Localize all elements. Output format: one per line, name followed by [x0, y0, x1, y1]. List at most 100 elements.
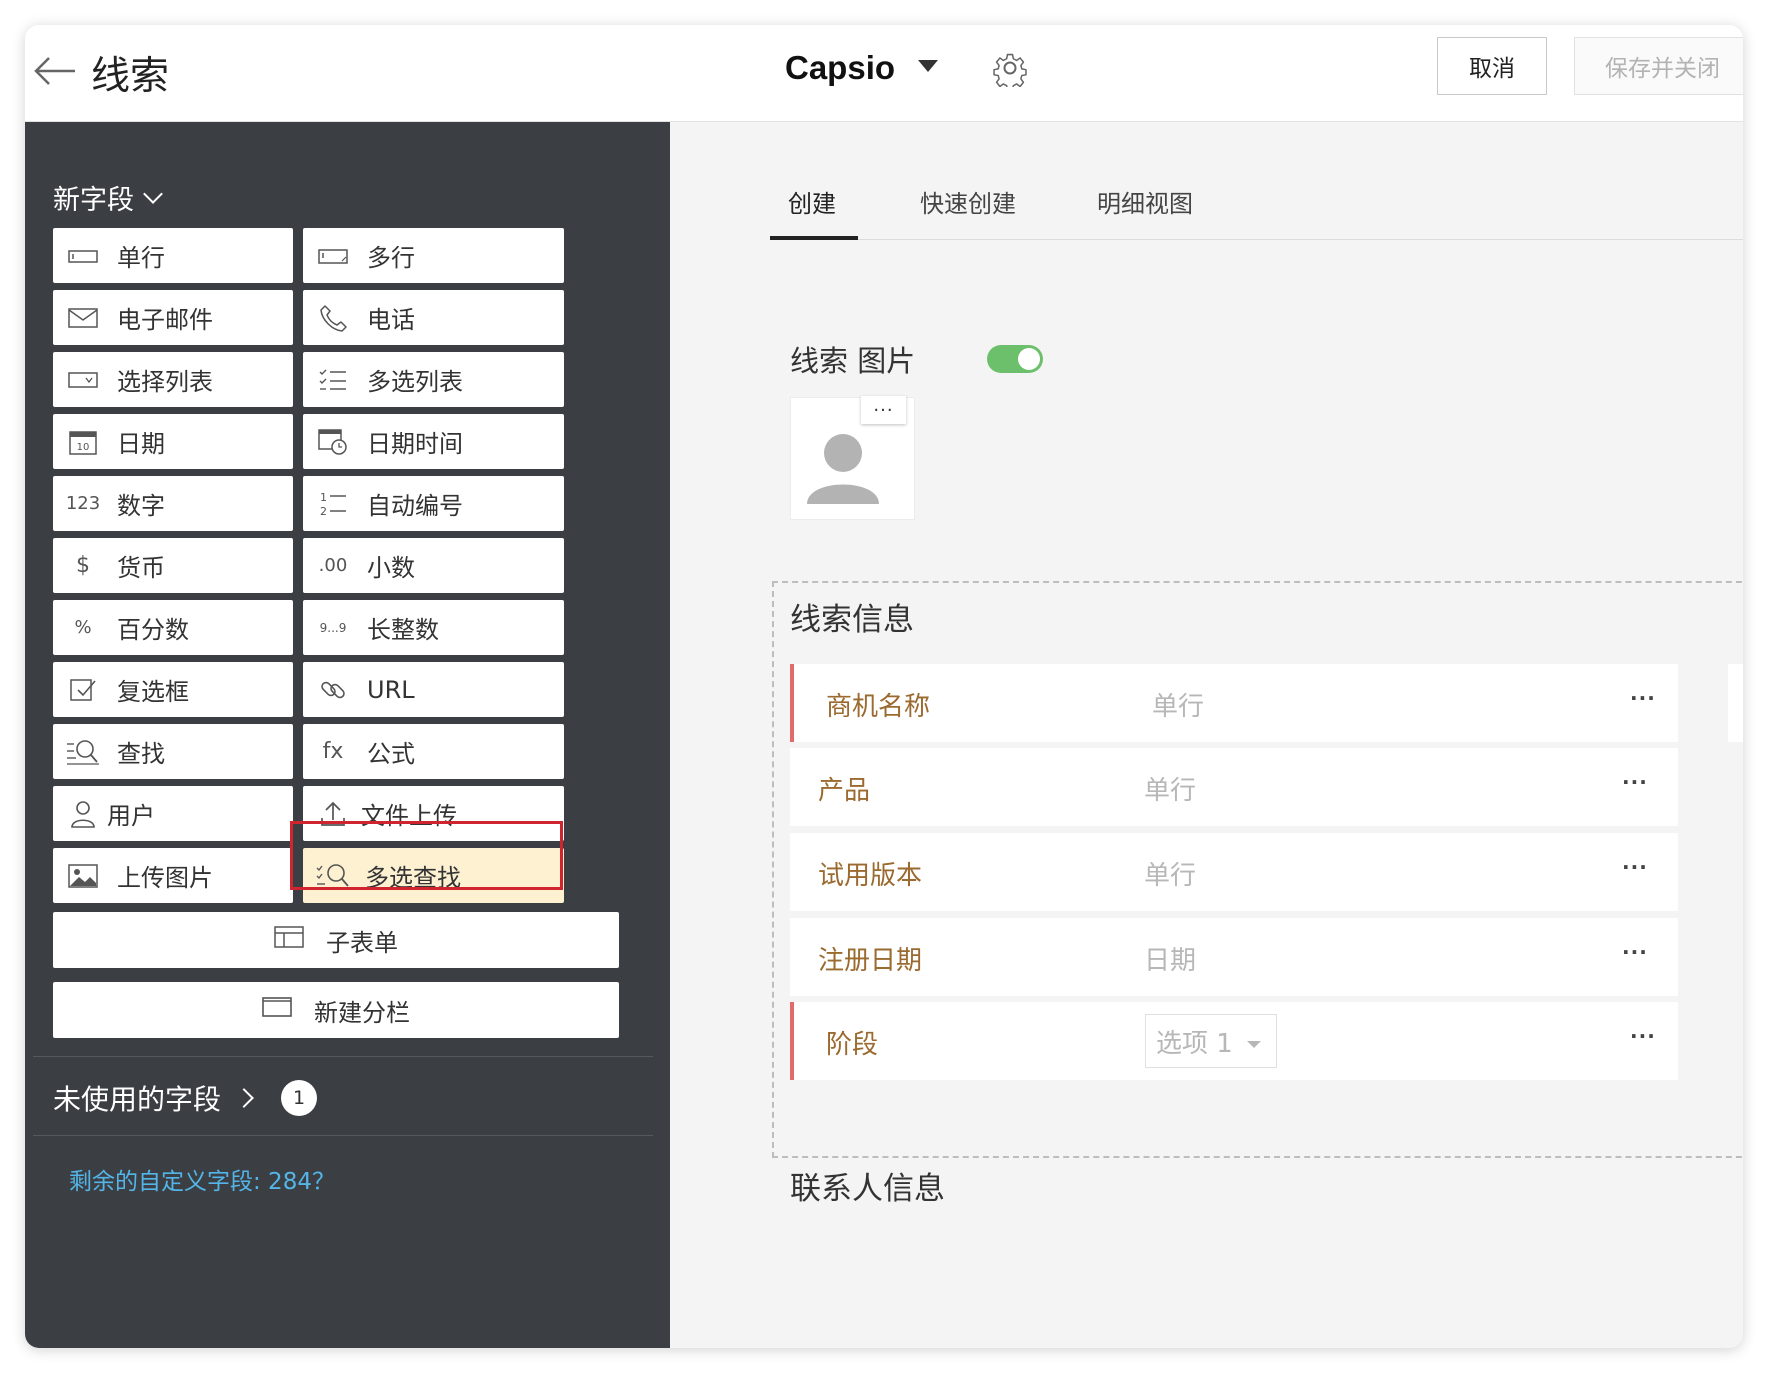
divider: [33, 1056, 653, 1057]
field-label: 小数: [367, 554, 415, 582]
toggle-knob: [1018, 348, 1040, 370]
back-arrow-icon[interactable]: [33, 53, 77, 89]
multi-line-icon: [315, 242, 351, 270]
field-label: 百分数: [117, 616, 189, 644]
contact-info-section-title: 联系人信息: [790, 1171, 945, 1207]
dollar-icon: $: [76, 553, 90, 578]
remaining-custom-fields-link[interactable]: 剩余的自定义字段: 284？: [69, 1162, 335, 1196]
svg-text:1: 1: [320, 491, 327, 504]
field-label: 查找: [117, 740, 165, 768]
field-phone[interactable]: 电话: [303, 290, 564, 345]
field-auto-number[interactable]: 12 自动编号: [303, 476, 564, 531]
tabs-divider: [770, 239, 1743, 240]
field-row[interactable]: 商机名称 单行 ···: [790, 664, 1678, 742]
field-number[interactable]: 123 数字: [53, 476, 293, 531]
cancel-button[interactable]: 取消: [1437, 37, 1547, 95]
field-multi-select-lookup[interactable]: 多选查找: [303, 848, 564, 903]
new-field-dropdown[interactable]: 新字段: [53, 178, 163, 217]
page-title: 线索: [91, 54, 170, 99]
long-integer-icon: 9...9: [319, 620, 347, 635]
field-label: 长整数: [367, 616, 439, 644]
gear-icon[interactable]: [991, 49, 1029, 91]
caret-down-icon[interactable]: [918, 60, 938, 72]
calendar-icon-text: 10: [77, 442, 90, 453]
field-row-label: 阶段: [826, 1030, 879, 1060]
more-options-icon[interactable]: ···: [1622, 940, 1648, 964]
new-field-label: 新字段: [53, 185, 134, 216]
tab-quick-create[interactable]: 快速创建: [920, 184, 1016, 219]
field-label: 选择列表: [117, 368, 213, 396]
adjacent-field-card: [1728, 664, 1743, 742]
chevron-right-icon: [234, 1088, 254, 1108]
field-label: 货币: [117, 554, 165, 582]
user-icon: [65, 800, 101, 828]
field-row[interactable]: 阶段 选项 1 ···: [790, 1002, 1678, 1080]
new-section-label: 新建分栏: [314, 998, 410, 1027]
layout-name[interactable]: Capsio: [785, 49, 895, 87]
field-image-upload[interactable]: 上传图片: [53, 848, 293, 903]
field-label: 数字: [117, 492, 165, 520]
phone-icon: [315, 304, 351, 332]
field-checkbox[interactable]: 复选框: [53, 662, 293, 717]
unused-count-badge: 1: [281, 1080, 318, 1116]
more-options-icon[interactable]: ···: [1630, 1024, 1656, 1048]
tab-create[interactable]: 创建: [788, 184, 836, 219]
field-row[interactable]: 产品 单行 ···: [790, 748, 1678, 826]
more-options-icon[interactable]: ···: [1622, 855, 1648, 879]
field-row[interactable]: 试用版本 单行 ···: [790, 833, 1678, 911]
new-section-button[interactable]: 新建分栏: [53, 982, 619, 1038]
formula-icon: fx: [322, 739, 344, 764]
field-long-integer[interactable]: 9...9 长整数: [303, 600, 564, 655]
svg-text:2: 2: [320, 505, 327, 518]
field-row-type: 单行: [1144, 861, 1197, 891]
image-icon: [65, 862, 101, 890]
decimal-icon: .00: [318, 555, 348, 576]
subform-button[interactable]: 子表单: [53, 912, 619, 968]
field-label: 文件上传: [361, 802, 457, 830]
single-line-icon: [65, 242, 101, 270]
field-currency[interactable]: $ 货币: [53, 538, 293, 593]
section-icon: [262, 996, 292, 1024]
table-icon: [274, 925, 304, 955]
field-user[interactable]: 用户: [53, 786, 293, 841]
field-row-label: 试用版本: [818, 861, 923, 891]
field-label: 公式: [367, 740, 415, 768]
field-url[interactable]: URL: [303, 662, 564, 717]
field-email[interactable]: 电子邮件: [53, 290, 293, 345]
field-picklist[interactable]: 选择列表: [53, 352, 293, 407]
more-options-icon[interactable]: ···: [1630, 686, 1656, 710]
field-row-label: 商机名称: [826, 692, 931, 722]
number-icon: 123: [65, 493, 101, 514]
more-options-icon[interactable]: ···: [1622, 770, 1648, 794]
unused-fields-toggle[interactable]: 未使用的字段 1: [53, 1078, 318, 1118]
checkbox-icon: [65, 676, 101, 704]
field-row[interactable]: 注册日期 日期 ···: [790, 918, 1678, 996]
field-file-upload[interactable]: 文件上传: [303, 786, 564, 841]
auto-number-icon: 12: [315, 490, 351, 518]
field-multi-picklist[interactable]: 多选列表: [303, 352, 564, 407]
stage-picklist[interactable]: 选项 1: [1145, 1014, 1277, 1068]
section-title: 线索信息: [790, 602, 914, 638]
field-percent[interactable]: % 百分数: [53, 600, 293, 655]
layout-canvas: 创建 快速创建 明细视图 线索 图片 ··· 线索信息 商机名称 单行 ··· …: [670, 122, 1743, 1348]
field-decimal[interactable]: .00 小数: [303, 538, 564, 593]
tab-detail-view[interactable]: 明细视图: [1097, 184, 1193, 219]
field-formula[interactable]: fx 公式: [303, 724, 564, 779]
photo-label: 线索 图片: [790, 344, 916, 378]
calendar-clock-icon: [315, 428, 351, 456]
photo-toggle[interactable]: [987, 345, 1043, 373]
upload-icon: [315, 800, 351, 828]
field-date[interactable]: 10 日期: [53, 414, 293, 469]
field-single-line[interactable]: 单行: [53, 228, 293, 283]
save-and-close-button[interactable]: 保存并关闭: [1574, 37, 1743, 95]
field-row-type: 单行: [1152, 692, 1205, 722]
photo-menu-button[interactable]: ···: [861, 396, 906, 424]
field-label: 日期时间: [367, 430, 463, 458]
field-lookup[interactable]: 查找: [53, 724, 293, 779]
field-datetime[interactable]: 日期时间: [303, 414, 564, 469]
field-multi-line[interactable]: 多行: [303, 228, 564, 283]
multi-picklist-icon: [315, 366, 351, 394]
caret-down-icon: [1246, 1040, 1261, 1048]
calendar-icon: 10: [65, 428, 101, 456]
field-row-type: 单行: [1144, 776, 1197, 806]
